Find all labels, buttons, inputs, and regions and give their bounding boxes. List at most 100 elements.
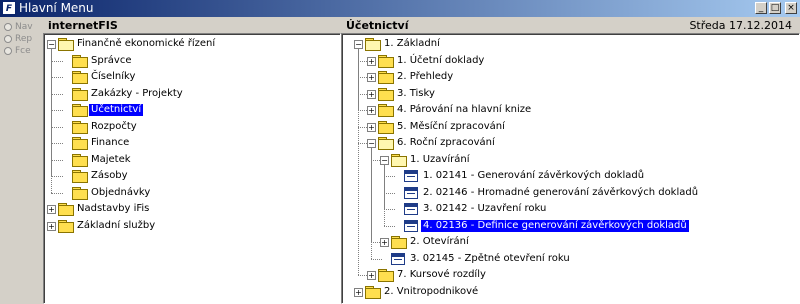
folder-icon [391, 236, 407, 249]
collapse-toggle-icon[interactable]: − [354, 40, 363, 49]
left-tree-panel[interactable]: − Finančně ekonomické řízení Správce Číseln… [43, 33, 341, 304]
tree-node[interactable]: +4. Párování na hlavní knize [342, 102, 799, 118]
radio-rep[interactable]: Rep [4, 34, 32, 44]
tree-node-label: Majetek [91, 153, 131, 165]
tree-node[interactable]: 1. 02141 - Generování závěrkových doklad… [342, 168, 799, 184]
close-button[interactable]: × [785, 2, 797, 14]
expand-toggle-icon[interactable]: + [367, 106, 376, 115]
folder-icon [365, 285, 381, 299]
window-title: Hlavní Menu [19, 1, 94, 15]
tree-node-label: 3. Tisky [397, 87, 435, 99]
tree-node[interactable]: Finance [44, 135, 340, 151]
tree-connector [371, 258, 382, 260]
tree-connector [51, 126, 63, 128]
tree-connector [51, 60, 63, 62]
folder-icon [72, 170, 88, 183]
maximize-button[interactable]: □ [769, 2, 781, 14]
tree-node-label: 1. Účetní doklady [397, 54, 485, 66]
tree-node[interactable]: +2. Otevírání [342, 234, 799, 250]
tree-node[interactable]: +1. Účetní doklady [342, 53, 799, 69]
radio-label: Nav [15, 22, 33, 32]
radio-label: Rep [15, 34, 33, 44]
left-panel-title: internetFIS [48, 19, 118, 32]
expand-toggle-icon[interactable]: + [367, 73, 376, 82]
folder-icon [72, 153, 88, 167]
collapse-toggle-icon[interactable]: − [367, 139, 376, 148]
collapse-toggle-icon[interactable]: − [380, 155, 389, 165]
radio-icon [4, 46, 12, 55]
tree-connector [384, 209, 395, 210]
tree-node[interactable]: +2. Vnitropodnikové [342, 284, 799, 300]
tree-node[interactable]: − 1. Uzavírání [342, 152, 799, 168]
tree-node-label: 7. Kursové rozdíly [397, 269, 486, 280]
radio-label: Fce [15, 46, 31, 56]
expand-toggle-icon[interactable]: + [367, 56, 376, 66]
tree-node[interactable]: +2. Přehledy [342, 69, 799, 85]
tree-connector [384, 192, 395, 194]
tree-connector [384, 225, 395, 227]
folder-icon [72, 87, 88, 101]
folder-icon [72, 71, 88, 84]
tree-node[interactable]: Číselníky [44, 69, 340, 85]
expand-toggle-icon[interactable]: + [367, 122, 376, 132]
folder-icon [378, 54, 394, 68]
radio-fce[interactable]: Fce [4, 46, 31, 56]
report-icon [404, 219, 418, 232]
tree-connector [51, 192, 63, 194]
tree-node[interactable]: Rozpočty [44, 119, 340, 135]
radio-icon [4, 34, 12, 43]
expand-toggle-icon[interactable]: + [367, 89, 376, 99]
tree-node[interactable]: − 1. Základní [342, 36, 799, 52]
tree-node[interactable]: Majetek [44, 152, 340, 168]
tree-node[interactable]: +5. Měsíční zpracování [342, 119, 799, 135]
report-icon [391, 252, 405, 265]
folder-icon [378, 269, 394, 282]
expand-toggle-icon[interactable]: + [367, 271, 376, 280]
tree-node[interactable]: + Nadstavby iFis [44, 201, 340, 217]
tree-node[interactable]: − 6. Roční zpracování [342, 135, 799, 151]
tree-node[interactable]: Účetnictví [44, 102, 340, 118]
tree-node-label: Základní služby [77, 219, 156, 231]
tree-connector [384, 176, 395, 177]
tree-node-label: 2. Přehledy [397, 71, 454, 82]
folder-icon [58, 219, 74, 233]
tree-connector [51, 143, 63, 144]
tree-connector [51, 93, 63, 95]
tree-node-label: Zásoby [91, 170, 128, 181]
minimize-button[interactable]: _ [755, 2, 767, 14]
expand-toggle-icon[interactable]: + [47, 221, 56, 231]
tree-node[interactable]: Zásoby [44, 168, 340, 184]
tree-node-label: Rozpočty [91, 120, 137, 132]
tree-node[interactable]: 4. 02136 - Definice generování závěrkový… [342, 218, 799, 234]
title-bar: F Hlavní Menu _ □ × [0, 0, 800, 17]
tree-node[interactable]: +7. Kursové rozdíly [342, 267, 799, 283]
tree-node-label: Objednávky [91, 186, 151, 198]
app-icon: F [2, 1, 16, 15]
tree-node[interactable]: Zakázky - Projekty [44, 86, 340, 102]
folder-open-icon [391, 153, 407, 167]
tree-connector [51, 159, 63, 161]
tree-node[interactable]: + Základní služby [44, 218, 340, 234]
folder-icon [72, 120, 88, 134]
tree-node[interactable]: − Finančně ekonomické řízení [44, 36, 340, 52]
tree-node[interactable]: 3. 02142 - Uzavření roku [342, 201, 799, 217]
tree-node[interactable]: Správce [44, 53, 340, 69]
tree-node-label: 1. Uzavírání [410, 153, 470, 165]
mode-rail: Nav Rep Fce [0, 17, 42, 304]
expand-toggle-icon[interactable]: + [380, 238, 389, 247]
tree-node[interactable]: 3. 02145 - Zpětné otevření roku [342, 251, 799, 267]
tree-node[interactable]: +3. Tisky [342, 86, 799, 102]
tree-node[interactable]: 2. 02146 - Hromadné generování závěrkový… [342, 185, 799, 201]
report-icon [404, 170, 418, 182]
tree-node[interactable]: Objednávky [44, 185, 340, 201]
tree-node-label: 3. 02142 - Uzavření roku [423, 203, 547, 214]
collapse-toggle-icon[interactable]: − [47, 40, 56, 49]
tree-node-label: Zakázky - Projekty [91, 87, 183, 99]
tree-node-label: 4. 02136 - Definice generování závěrkový… [420, 218, 690, 233]
right-tree-panel[interactable]: −1. Základní +1. Účetní doklady +2. Přehle… [341, 33, 800, 304]
folder-icon [378, 120, 394, 134]
expand-toggle-icon[interactable]: + [47, 205, 56, 214]
expand-toggle-icon[interactable]: + [354, 287, 363, 297]
tree-node-label: 2. 02146 - Hromadné generování závěrkový… [423, 186, 699, 198]
radio-nav[interactable]: Nav [4, 22, 33, 32]
